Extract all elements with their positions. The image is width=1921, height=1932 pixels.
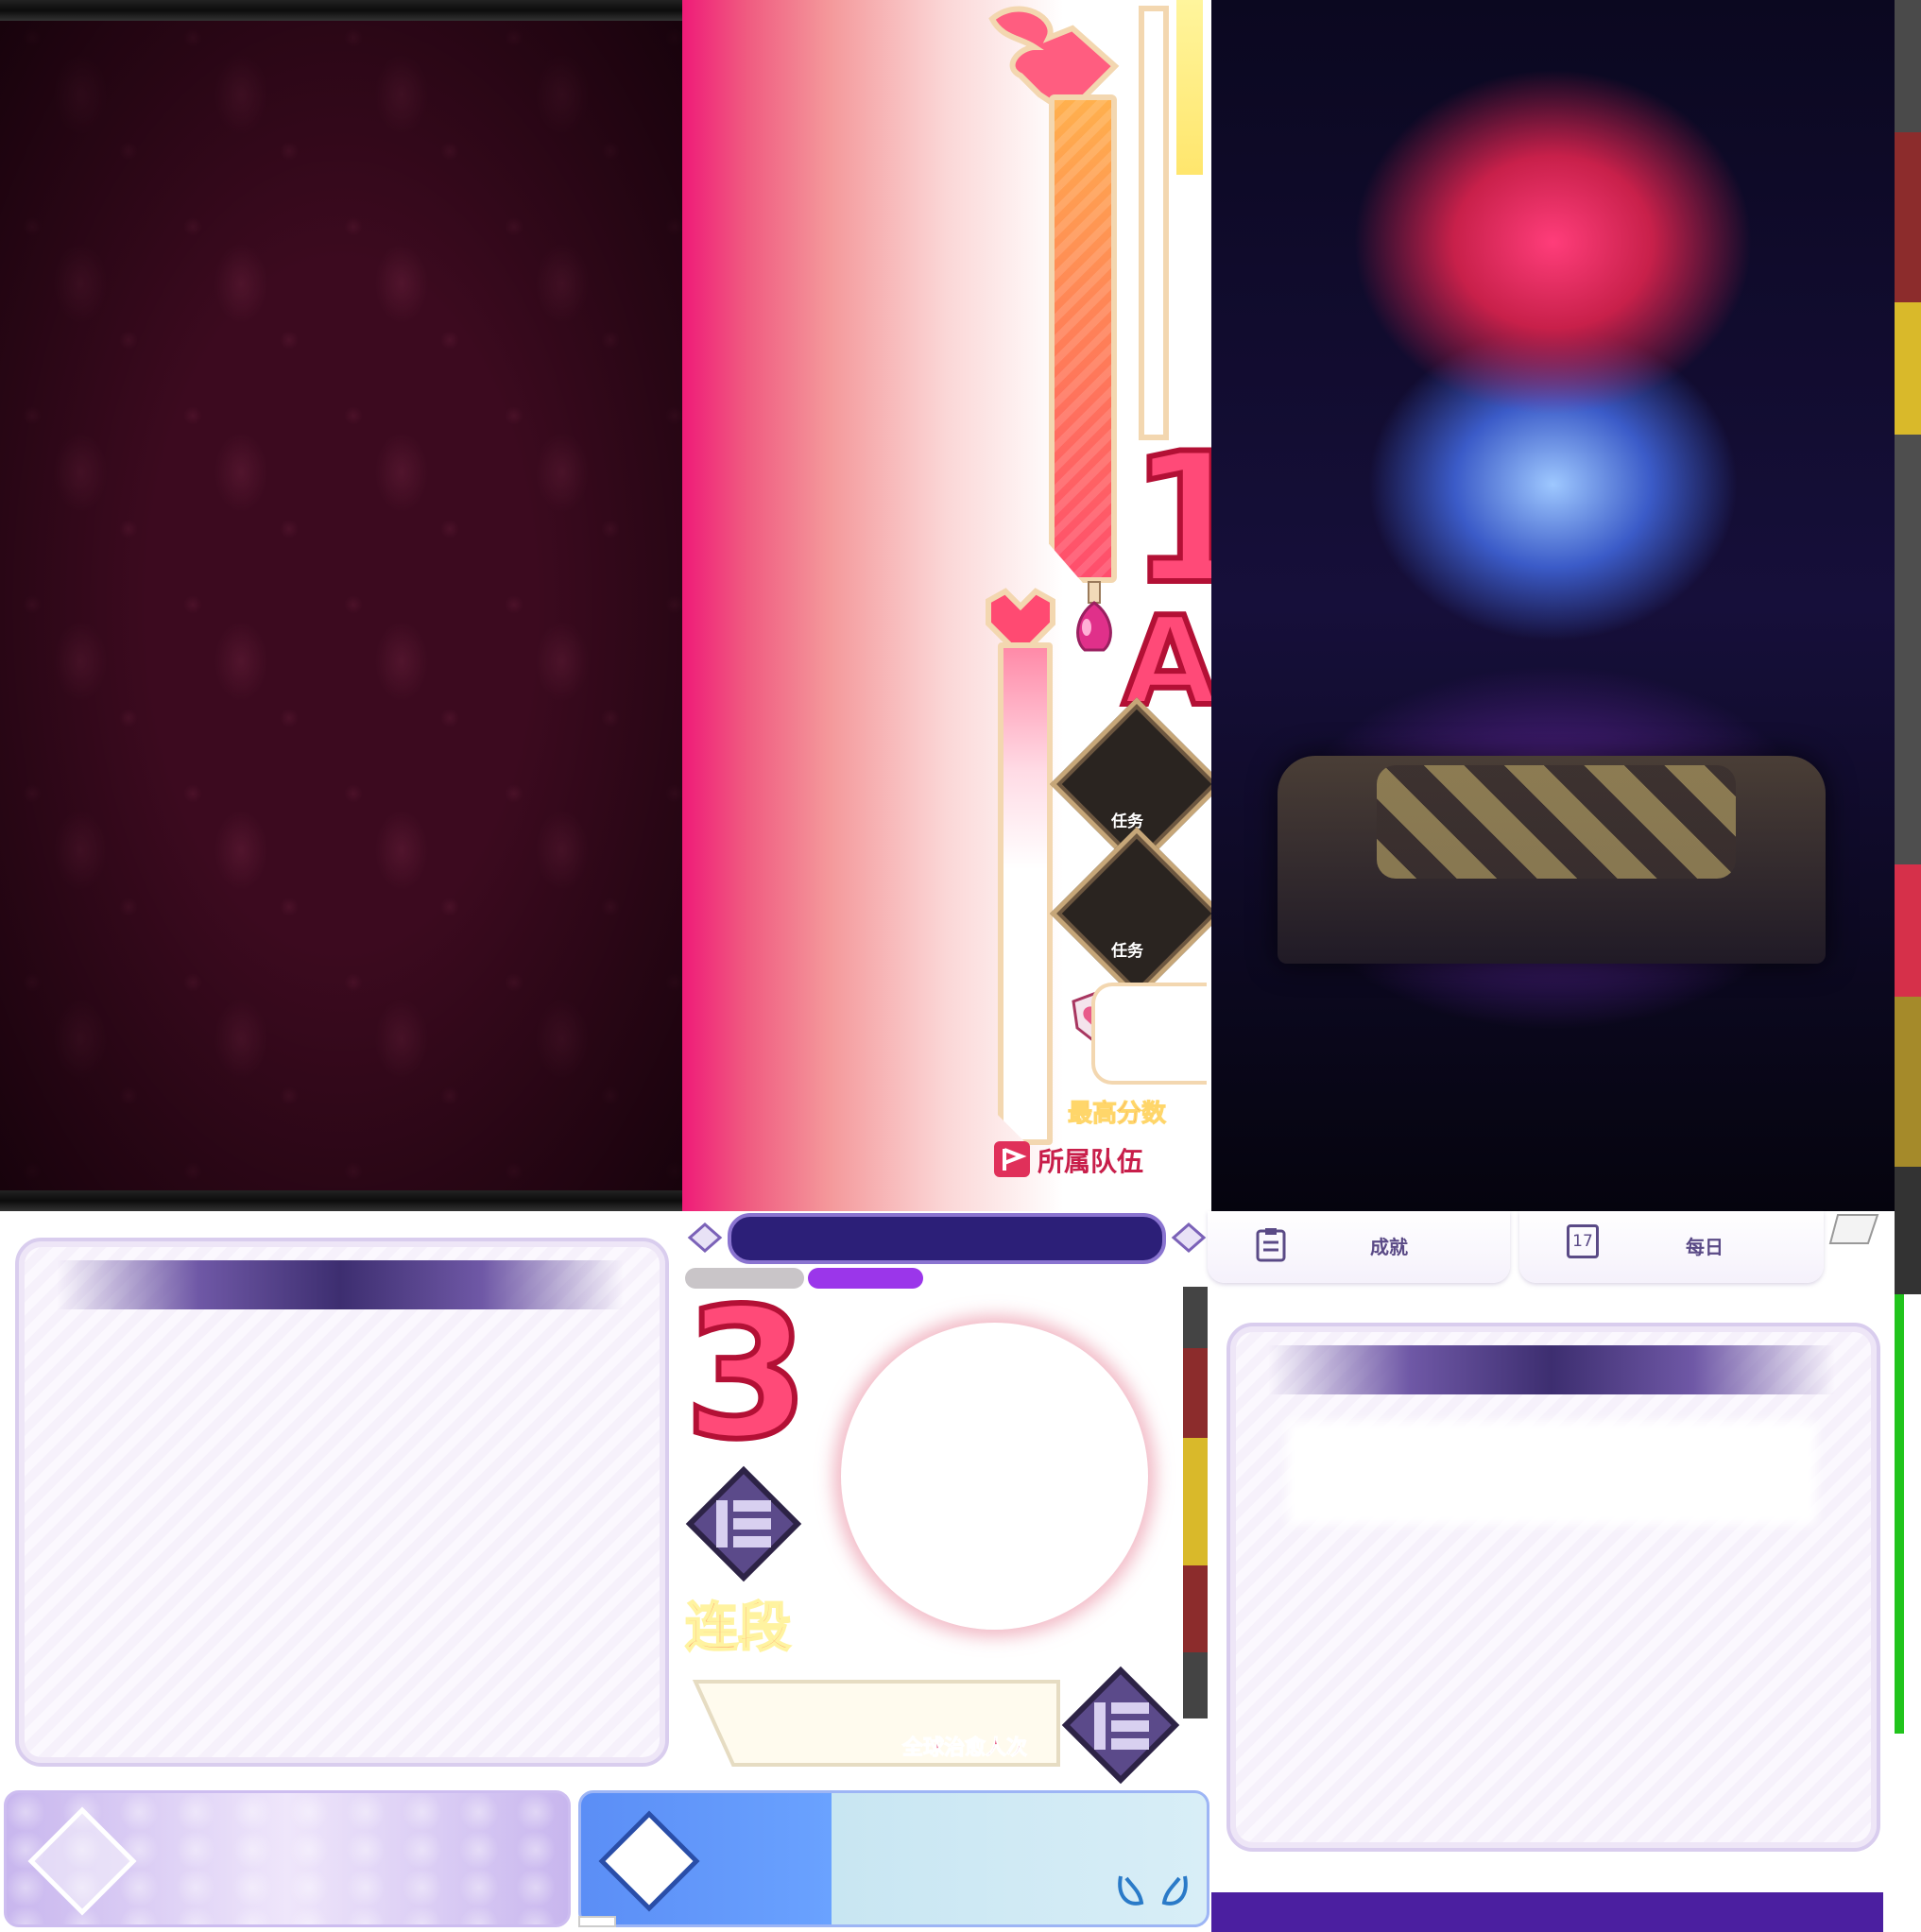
thin-gauge-frame [1139,6,1169,440]
purple-panel-frame-left [15,1238,669,1767]
combo-label: 连段 [684,1597,792,1660]
swatch [1895,997,1921,1167]
score-frame [1091,983,1207,1085]
team-label: 所属队伍 [1038,1146,1144,1177]
purple-pill [808,1268,923,1289]
swatch [1183,1652,1208,1718]
swatch [1895,1294,1904,1734]
purple-panel-frame-right [1226,1323,1880,1852]
figure-icon [1118,1875,1188,1906]
eraser-icon [1828,1214,1879,1244]
heart-gauge [983,586,1058,1145]
task-button-2[interactable]: 任务 [1050,827,1224,1000]
list-diamond-icon [685,1465,802,1582]
swatch [1895,1167,1921,1294]
flag-icon [994,1141,1030,1177]
task-label-2: 任务 [1111,942,1143,961]
lavender-card[interactable] [4,1790,571,1927]
diamond-slot-icon [27,1806,137,1916]
combo-digit: 3 [681,1270,812,1479]
list-diamond-icon [1061,1666,1180,1785]
blue-card[interactable] [578,1790,1209,1927]
task-button-1[interactable]: 任务 [1050,697,1224,871]
swatch [1183,1565,1208,1652]
score-gauge-top [983,0,1134,583]
yellow-gauge-fill [1176,0,1203,175]
swatch [1183,1348,1208,1438]
small-tab [578,1916,616,1927]
calendar-icon: 17 [1567,1224,1599,1258]
swatch [1895,302,1921,435]
tab-daily[interactable]: 17 每日 [1519,1211,1824,1283]
damask-background-panel [0,0,682,1211]
swatch [1895,0,1921,132]
swatch [1895,864,1921,997]
blurred-ballroom-scene [1211,0,1895,1211]
high-score-label: 最高分数 [1067,1100,1167,1129]
clipboard-icon [1256,1228,1286,1262]
potion-icon [1076,581,1112,652]
swatch [1895,435,1921,864]
swatch [1895,132,1921,302]
purple-bottom-strip [1211,1892,1883,1932]
swatch [1183,1287,1208,1348]
swatch [1183,1438,1208,1565]
title-band [1268,1345,1835,1394]
blurred-content [1287,1421,1816,1525]
global-heals-label: 全球治愈人次 [901,1736,1028,1761]
glowing-circle [841,1323,1148,1630]
sofa-back-pattern [1377,765,1736,879]
navy-title-banner [687,1213,1207,1264]
tab-daily-label: 每日 [1686,1236,1724,1258]
title-band [57,1260,624,1309]
diamond-slot-icon [598,1810,700,1912]
tab-achievement[interactable]: 成就 [1208,1211,1510,1283]
tab-achievement-label: 成就 [1370,1236,1408,1258]
